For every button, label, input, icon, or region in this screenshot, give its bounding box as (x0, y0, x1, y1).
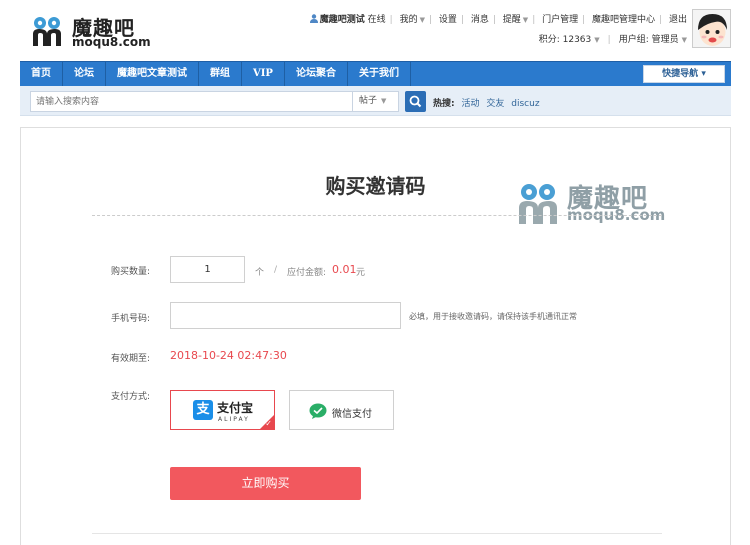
purchase-panel: 购买邀请码 魔趣吧 moqu8.com 购买数量: 1 个 / 应付金额: 0.… (20, 127, 731, 545)
search-button[interactable] (405, 91, 426, 112)
logo-domain: moqu8.com (72, 35, 151, 49)
qty-label: 购买数量: (111, 267, 151, 277)
alipay-label: 支付宝 (217, 401, 254, 415)
watermark: 魔趣吧 moqu8.com (515, 178, 680, 226)
unit-text: 个 (255, 268, 265, 278)
quantity-input[interactable]: 1 (170, 256, 245, 283)
user-icon (309, 14, 318, 23)
phone-label: 手机号码: (111, 314, 151, 324)
points-link[interactable]: 积分: 12363 (539, 35, 592, 45)
user-stats: 积分: 12363 ▼ | 用户组: 管理员 ▼ (538, 35, 687, 45)
check-icon: ✓ (265, 419, 272, 428)
user-toolbar: 魔趣吧测试 在线 | 我的 ▼ | 设置 | 消息 | 提醒 ▼ | 门户管理 | 魔趣吧管理中… (309, 12, 687, 25)
search-input[interactable] (30, 91, 353, 112)
messages-link[interactable]: 消息 (471, 15, 489, 25)
hot-search: 热搜: 活动 交友 discuz (433, 96, 540, 109)
nav-item-aggregate[interactable]: 论坛聚合 (285, 62, 348, 86)
site-logo[interactable]: 魔趣吧 moqu8.com (30, 10, 160, 50)
chevron-down-icon: ▼ (381, 97, 387, 105)
hot-link-activity[interactable]: 活动 (461, 99, 479, 109)
amount-unit: 元 (356, 268, 366, 278)
wechat-pay-label: 微信支付 (332, 409, 372, 420)
reminders-link[interactable]: 提醒 (503, 15, 521, 25)
hot-link-friends[interactable]: 交友 (486, 99, 504, 109)
wechat-icon (309, 403, 327, 419)
phone-hint: 必填，用于接收邀请码，请保持该手机通讯正常 (409, 312, 577, 321)
search-bar: 帖子▼ 热搜: 活动 交友 discuz (20, 86, 731, 116)
logo-mascot-icon (33, 17, 61, 46)
wechat-pay-option[interactable]: 微信支付 (289, 390, 394, 430)
divider (92, 215, 662, 216)
nav-item-groups[interactable]: 群组 (199, 62, 242, 86)
separator-slash: / (274, 265, 278, 275)
buy-now-button[interactable]: 立即购买 (170, 467, 361, 500)
alipay-icon: 支 (193, 400, 213, 420)
phone-field[interactable] (170, 302, 401, 329)
search-type-label: 帖子 (359, 96, 378, 106)
admin-center-link[interactable]: 魔趣吧管理中心 (592, 15, 655, 25)
alipay-option[interactable]: 支 支付宝 ALIPAY ✓ (170, 390, 275, 430)
username-link[interactable]: 魔趣吧测试 (320, 15, 365, 25)
nav-item-forum[interactable]: 论坛 (63, 62, 106, 86)
usergroup-link[interactable]: 用户组: 管理员 (619, 35, 679, 45)
watermark-mascot-icon (519, 184, 557, 224)
online-status: 在线 (367, 15, 386, 25)
main-nav: 首页 论坛 魔趣吧文章测试 群组 VIP 论坛聚合 关于我们 快捷导航 ▾ (20, 61, 731, 86)
amount-label: 应付金额: (287, 268, 327, 278)
nav-item-home[interactable]: 首页 (20, 62, 63, 86)
payment-label: 支付方式: (111, 392, 151, 402)
avatar[interactable] (692, 9, 731, 48)
chevron-down-icon: ▾ (701, 69, 706, 79)
hot-search-label: 热搜: (433, 99, 455, 109)
nav-item-vip[interactable]: VIP (242, 62, 285, 86)
chevron-down-icon: ▼ (681, 36, 687, 44)
amount-value: 0.01 (332, 263, 357, 276)
logout-link[interactable]: 退出 (669, 15, 687, 25)
nav-item-about[interactable]: 关于我们 (348, 62, 411, 86)
nav-item-articles[interactable]: 魔趣吧文章测试 (106, 62, 199, 86)
cartoon-avatar-icon (693, 10, 730, 47)
quick-nav-button[interactable]: 快捷导航 ▾ (643, 65, 725, 83)
hot-link-discuz[interactable]: discuz (511, 99, 539, 109)
my-link[interactable]: 我的 (400, 15, 418, 25)
chevron-down-icon: ▼ (419, 16, 425, 24)
search-icon (409, 95, 422, 108)
alipay-sub-label: ALIPAY (218, 416, 250, 423)
expire-label: 有效期至: (111, 354, 151, 364)
portal-admin-link[interactable]: 门户管理 (542, 15, 578, 25)
settings-link[interactable]: 设置 (439, 15, 457, 25)
chevron-down-icon: ▼ (594, 36, 600, 44)
expire-value: 2018-10-24 02:47:30 (170, 349, 287, 362)
search-type-select[interactable]: 帖子 ▼ (353, 91, 399, 112)
divider (92, 533, 662, 534)
quick-nav-label: 快捷导航 (662, 69, 699, 79)
chevron-down-icon: ▼ (522, 16, 529, 24)
nav-items: 首页 论坛 魔趣吧文章测试 群组 VIP 论坛聚合 关于我们 (20, 62, 411, 86)
